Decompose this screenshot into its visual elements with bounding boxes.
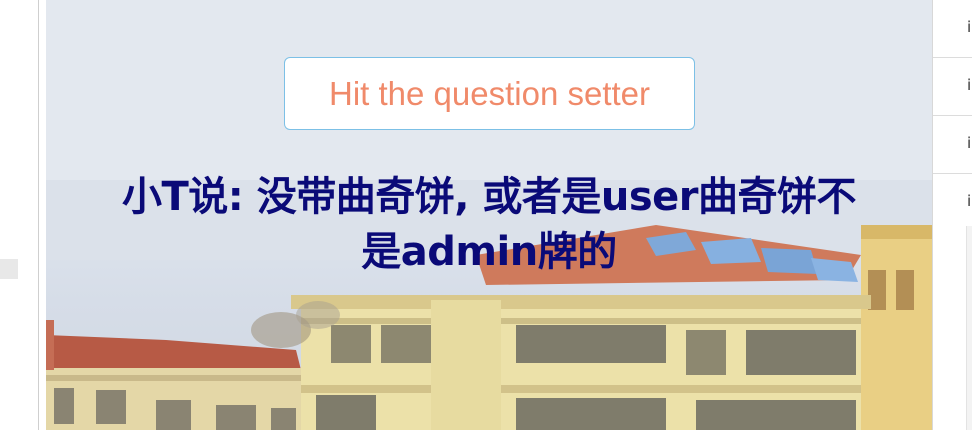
gutter-scroll-marker xyxy=(0,259,18,279)
sidebar-item-label: i xyxy=(967,76,972,94)
hit-question-setter-button[interactable]: Hit the question setter xyxy=(284,57,695,130)
page: Hit the question setter 小T说: 没带曲奇饼, 或者是u… xyxy=(0,0,972,430)
challenge-message: 小T说: 没带曲奇饼, 或者是user曲奇饼不 是admin牌的 xyxy=(52,170,926,280)
left-gutter xyxy=(0,0,38,430)
challenge-message-line-2: 是admin牌的 xyxy=(361,229,617,275)
sidebar-item-2[interactable]: i xyxy=(933,58,972,116)
challenge-message-line-1: 小T说: 没带曲奇饼, 或者是user曲奇饼不 xyxy=(122,174,856,220)
sidebar-item-4[interactable]: i xyxy=(933,174,972,232)
sidebar-item-label: i xyxy=(967,134,972,152)
sidebar-panel-box xyxy=(966,226,972,430)
sidebar-item-label: i xyxy=(967,18,972,36)
sidebar-item-3[interactable]: i xyxy=(933,116,972,174)
sidebar-item-label: i xyxy=(967,192,972,210)
sidebar-item-1[interactable]: i xyxy=(933,0,972,58)
